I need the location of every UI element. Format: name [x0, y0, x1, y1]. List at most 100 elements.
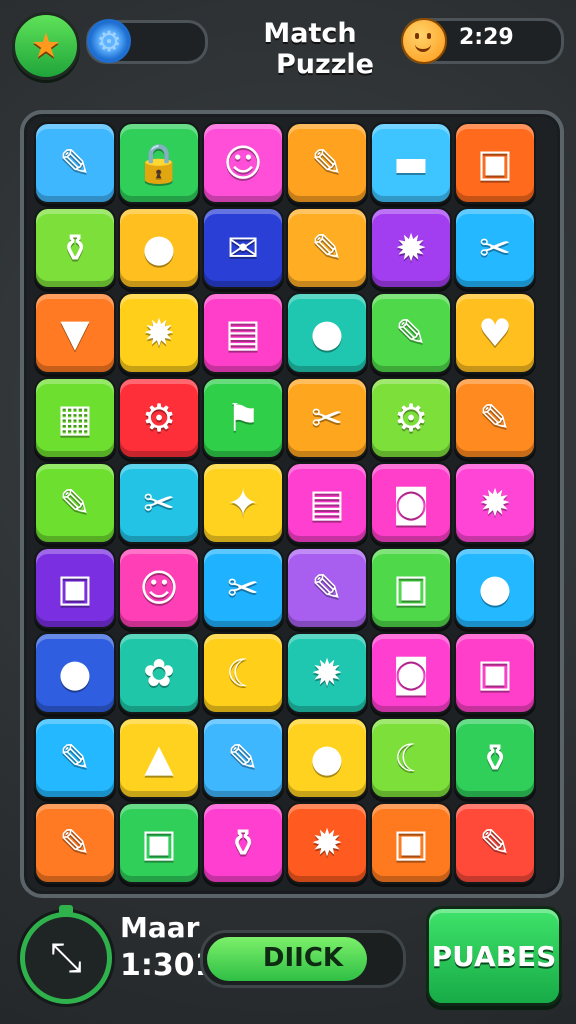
- cube-icon: ▣: [141, 821, 177, 865]
- tile[interactable]: ▲: [118, 717, 200, 799]
- progress-label: DIICK: [262, 943, 344, 973]
- tile[interactable]: ●: [118, 207, 200, 289]
- apple-icon: ●: [310, 736, 344, 780]
- tile[interactable]: ✎: [454, 377, 536, 459]
- pencil-icon: ✎: [59, 736, 91, 780]
- feather-icon: ✎: [395, 311, 427, 355]
- tile[interactable]: ✂: [202, 547, 284, 629]
- timer-text: 2:29: [459, 25, 514, 50]
- tile[interactable]: ●: [286, 292, 368, 374]
- sun-icon: ✹: [143, 311, 175, 355]
- crayon-icon: ✎: [311, 226, 343, 270]
- tile[interactable]: ✎: [286, 547, 368, 629]
- tile[interactable]: ▣: [370, 802, 452, 884]
- jar-icon: ⚱: [227, 821, 259, 865]
- tile[interactable]: ▣: [454, 632, 536, 714]
- cube-icon: ▣: [393, 566, 429, 610]
- tile[interactable]: ✦: [202, 462, 284, 544]
- title-line-2: Puzzle: [275, 49, 374, 80]
- tile[interactable]: ✹: [370, 207, 452, 289]
- pencil-icon: ✎: [59, 141, 91, 185]
- tile[interactable]: ✎: [286, 122, 368, 204]
- tile[interactable]: ⚱: [202, 802, 284, 884]
- play-button[interactable]: PUABES: [426, 906, 562, 1006]
- tile[interactable]: ▬: [370, 122, 452, 204]
- scissors-icon: ✂: [311, 396, 343, 440]
- box-icon: ▣: [477, 651, 513, 695]
- tile[interactable]: ✂: [286, 377, 368, 459]
- smiley-icon: ☺: [223, 141, 263, 185]
- tile[interactable]: ✹: [286, 632, 368, 714]
- star-button[interactable]: ★: [12, 12, 80, 80]
- settings-pill[interactable]: ⚙: [86, 19, 208, 64]
- tile[interactable]: ✎: [34, 717, 116, 799]
- tile[interactable]: ▤: [202, 292, 284, 374]
- tile[interactable]: ☾: [202, 632, 284, 714]
- tile[interactable]: ⚱: [34, 207, 116, 289]
- gear-icon[interactable]: ⚙: [87, 19, 131, 63]
- pencil-icon: ✎: [311, 566, 343, 610]
- tile[interactable]: ▦: [34, 377, 116, 459]
- tile[interactable]: ✂: [454, 207, 536, 289]
- moon-icon: ☾: [225, 651, 261, 695]
- box-icon: ▣: [477, 141, 513, 185]
- crayon-icon: ✎: [59, 821, 91, 865]
- sun-icon: ✹: [311, 651, 343, 695]
- tile[interactable]: ⚑: [202, 377, 284, 459]
- tile[interactable]: ♥: [454, 292, 536, 374]
- card-icon: ✉: [227, 226, 259, 270]
- smiley-icon: [401, 18, 447, 64]
- tile[interactable]: ☺: [118, 547, 200, 629]
- tile[interactable]: ●: [286, 717, 368, 799]
- tile[interactable]: ✎: [286, 207, 368, 289]
- tile[interactable]: ✉: [202, 207, 284, 289]
- scissors-icon: ✂: [227, 566, 259, 610]
- tile[interactable]: ⚙: [370, 377, 452, 459]
- gift-box-icon: ▣: [57, 566, 93, 610]
- tile[interactable]: ✎: [34, 122, 116, 204]
- tile[interactable]: ☾: [370, 717, 452, 799]
- tile[interactable]: ⚱: [454, 717, 536, 799]
- tile[interactable]: ●: [34, 632, 116, 714]
- gear-icon: ⚙: [393, 396, 429, 440]
- fruit-icon: ●: [142, 226, 176, 270]
- tile[interactable]: ◙: [370, 632, 452, 714]
- tile[interactable]: ▼: [34, 292, 116, 374]
- tile[interactable]: ⚙: [118, 377, 200, 459]
- wand-icon: ✦: [227, 481, 259, 525]
- tile[interactable]: ✎: [202, 717, 284, 799]
- crayon-icon: ✎: [227, 736, 259, 780]
- restart-icon: ⤡: [50, 935, 82, 981]
- tile[interactable]: ✹: [286, 802, 368, 884]
- pencil-icon: ✎: [311, 141, 343, 185]
- tile[interactable]: ▣: [370, 547, 452, 629]
- tile[interactable]: ◙: [370, 462, 452, 544]
- tile[interactable]: ▣: [118, 802, 200, 884]
- tile[interactable]: ▣: [454, 122, 536, 204]
- tile[interactable]: ✂: [118, 462, 200, 544]
- restart-button[interactable]: ⤡: [20, 905, 112, 1004]
- book-stack-icon: ▬: [393, 141, 429, 185]
- crayon-icon: ✎: [479, 821, 511, 865]
- tile[interactable]: ▣: [34, 547, 116, 629]
- tile[interactable]: ✿: [118, 632, 200, 714]
- tile[interactable]: ✎: [34, 802, 116, 884]
- tile[interactable]: ✎: [370, 292, 452, 374]
- tile[interactable]: ✹: [454, 462, 536, 544]
- plant-icon: ✿: [143, 651, 175, 695]
- balloon-icon: ●: [58, 651, 92, 695]
- flag-icon: ⚑: [225, 396, 261, 440]
- smiley-icon: ☺: [139, 566, 179, 610]
- apple-icon: ●: [310, 311, 344, 355]
- sun-icon: ✹: [311, 821, 343, 865]
- tile[interactable]: ☺: [202, 122, 284, 204]
- tile[interactable]: ✹: [118, 292, 200, 374]
- tile[interactable]: ✎: [454, 802, 536, 884]
- heart-icon: ♥: [477, 311, 513, 355]
- play-button-label: PUABES: [431, 939, 557, 973]
- board-icon: ▦: [57, 396, 93, 440]
- tile[interactable]: ✎: [34, 462, 116, 544]
- tile[interactable]: 🔒: [118, 122, 200, 204]
- tile[interactable]: ●: [454, 547, 536, 629]
- tile[interactable]: ▤: [286, 462, 368, 544]
